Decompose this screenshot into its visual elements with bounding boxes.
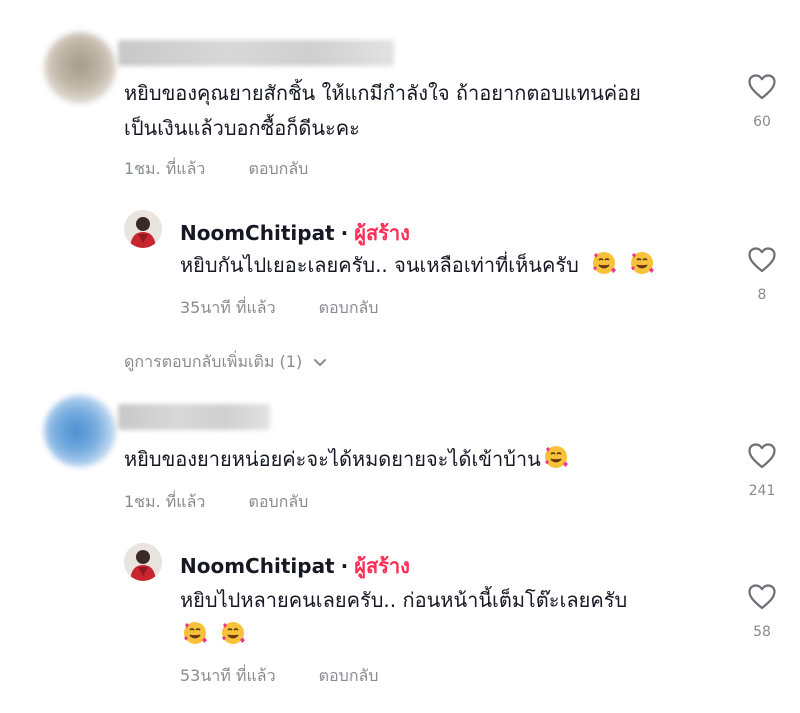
view-more-replies-label: ดูการตอบกลับเพิ่มเติม (1) [124, 352, 303, 371]
reply-author-line: NoomChitipat · ผู้สร้าง [180, 550, 410, 582]
heart-outline-icon [748, 584, 776, 610]
heart-outline-icon [748, 247, 776, 273]
smiling-face-with-hearts-icon [222, 622, 246, 644]
reply-text-content: หยิบไปหลายคนเลยครับ.. ก่อนหน้านี้เต็มโต๊… [180, 588, 628, 612]
creator-avatar[interactable] [124, 543, 162, 581]
comment-time: 1ชม. ที่แล้ว [124, 159, 206, 178]
smiling-face-with-hearts-icon [593, 252, 617, 274]
reply-author-line: NoomChitipat · ผู้สร้าง [180, 217, 410, 249]
comment-text: หยิบของยายหน่อยค่ะจะได้หมดยายจะได้เข้าบ้… [124, 442, 569, 477]
smiling-face-with-hearts-icon [184, 622, 207, 644]
like-button[interactable]: 58 [742, 584, 782, 640]
like-button[interactable]: 241 [742, 443, 782, 499]
creator-avatar-image [124, 543, 162, 581]
like-count: 241 [748, 483, 776, 499]
smiling-face-with-hearts-icon [631, 252, 655, 274]
reply-meta: 53นาที ที่แล้ว ตอบกลับ [180, 664, 378, 689]
reply-time: 35นาที ที่แล้ว [180, 298, 276, 317]
comment-meta: 1ชม. ที่แล้ว ตอบกลับ [124, 157, 308, 182]
comment-time: 1ชม. ที่แล้ว [124, 492, 206, 511]
commenter-name-redacted[interactable] [118, 40, 394, 66]
reply-button[interactable]: ตอบกลับ [249, 159, 309, 178]
reply-author-name[interactable]: NoomChitipat [180, 221, 335, 245]
like-button[interactable]: 60 [742, 74, 782, 130]
reply-button[interactable]: ตอบกลับ [249, 492, 309, 511]
comment-meta: 1ชม. ที่แล้ว ตอบกลับ [124, 490, 308, 515]
author-separator: · [340, 221, 349, 245]
reply-meta: 35นาที ที่แล้ว ตอบกลับ [180, 296, 378, 321]
heart-outline-icon [748, 443, 776, 469]
heart-outline-icon [748, 74, 776, 100]
comment-text-line: หยิบของยายหน่อยค่ะจะได้หมดยายจะได้เข้าบ้… [124, 447, 541, 471]
reply-author-name[interactable]: NoomChitipat [180, 554, 335, 578]
like-count: 60 [753, 114, 771, 130]
commenter-name-redacted[interactable] [118, 404, 270, 430]
like-count: 8 [757, 287, 767, 303]
smiling-face-with-hearts-icon [544, 446, 568, 468]
view-more-replies-button[interactable]: ดูการตอบกลับเพิ่มเติม (1) [124, 350, 327, 375]
reply-text: หยิบไปหลายคนเลยครับ.. ก่อนหน้านี้เต็มโต๊… [180, 583, 627, 653]
chevron-down-icon [314, 358, 327, 366]
comment-text-line: หยิบของคุณยายสักชิ้น ให้แกมีกำลังใจ ถ้าอ… [124, 81, 641, 105]
commenter-avatar[interactable] [44, 32, 116, 104]
comment-text: หยิบของคุณยายสักชิ้น ให้แกมีกำลังใจ ถ้าอ… [124, 76, 641, 146]
like-count: 58 [753, 624, 771, 640]
like-button[interactable]: 8 [742, 247, 782, 303]
creator-badge: ผู้สร้าง [354, 554, 410, 578]
creator-badge: ผู้สร้าง [354, 221, 410, 245]
reply-text-content: หยิบกันไปเยอะเลยครับ.. จนเหลือเท่าที่เห็… [180, 253, 579, 277]
creator-avatar[interactable] [124, 210, 162, 248]
creator-avatar-image [124, 210, 162, 248]
reply-button[interactable]: ตอบกลับ [319, 298, 379, 317]
reply-text: หยิบกันไปเยอะเลยครับ.. จนเหลือเท่าที่เห็… [180, 248, 655, 283]
author-separator: · [340, 554, 349, 578]
commenter-avatar[interactable] [44, 395, 116, 467]
reply-time: 53นาที ที่แล้ว [180, 666, 276, 685]
reply-button[interactable]: ตอบกลับ [319, 666, 379, 685]
comment-text-line: เป็นเงินแล้วบอกซื้อก็ดีนะคะ [124, 116, 360, 140]
